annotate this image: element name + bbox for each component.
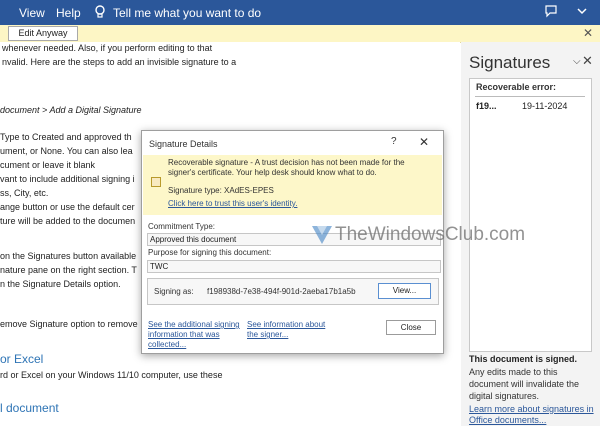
trust-identity-link[interactable]: Click here to trust this user's identity… xyxy=(168,199,297,208)
signer-info-link[interactable]: See information about the signer... xyxy=(247,320,337,340)
edit-anyway-button[interactable]: Edit Anyway xyxy=(8,26,78,41)
doc-line: whenever needed. Also, if you perform ed… xyxy=(2,43,213,53)
doc-line: emove Signature option to remove xyxy=(0,319,138,329)
signed-description: Any edits made to this document will inv… xyxy=(469,367,580,401)
view-button[interactable]: View... xyxy=(378,283,431,299)
purpose-field: TWC xyxy=(147,260,441,273)
doc-line: vant to include additional signing i xyxy=(0,174,135,184)
doc-line: Type to Created and approved th xyxy=(0,132,132,142)
dialog-title: Signature Details xyxy=(149,139,218,149)
signing-as-box: Signing as: f198938d-7e38-494f-901d-2aeb… xyxy=(147,278,439,305)
comments-icon[interactable] xyxy=(544,4,558,18)
pane-title: Signatures xyxy=(469,53,551,72)
chevron-down-icon[interactable]: ⌵ xyxy=(573,56,581,67)
tell-me-search[interactable]: Tell me what you want to do xyxy=(113,6,261,20)
help-icon[interactable]: ? xyxy=(391,136,397,147)
divider xyxy=(475,96,585,97)
doc-line: ange button or use the default cer xyxy=(0,202,135,212)
doc-heading: or Excel xyxy=(0,352,44,366)
watermark-text: TheWindowsClub.com xyxy=(335,224,526,245)
signed-heading: This document is signed. xyxy=(469,354,578,364)
signature-type: Signature type: XAdES-EPES xyxy=(168,186,274,195)
certificate-warning-icon xyxy=(151,177,161,187)
purpose-label: Purpose for signing this document: xyxy=(148,248,272,257)
close-icon[interactable]: ✕ xyxy=(583,26,593,40)
additional-info-link[interactable]: See the additional signing information t… xyxy=(148,320,243,350)
ribbon-top-bar: View Help Tell me what you want to do xyxy=(0,0,600,25)
menu-help[interactable]: Help xyxy=(56,6,81,20)
close-icon[interactable]: ✕ xyxy=(419,135,429,149)
doc-line: cument or leave it blank xyxy=(0,160,96,170)
lightbulb-icon[interactable] xyxy=(92,4,108,20)
signing-as-value: f198938d-7e38-494f-901d-2aeba17b1a5b xyxy=(207,287,356,296)
signing-as-label: Signing as: xyxy=(154,287,194,296)
commitment-label: Commitment Type: xyxy=(148,222,215,231)
watermark-logo-icon xyxy=(312,226,332,244)
warning-box: Recoverable signature - A trust decision… xyxy=(143,155,442,215)
doc-line: rd or Excel on your Windows 11/10 comput… xyxy=(0,370,223,380)
close-icon[interactable]: ✕ xyxy=(582,53,593,69)
protected-view-bar: Edit Anyway ✕ xyxy=(0,25,600,43)
signature-list: Recoverable error: f19... 19-11-2024 xyxy=(469,78,592,352)
close-button[interactable]: Close xyxy=(386,320,436,335)
learn-more-link[interactable]: Learn more about signatures in Office do… xyxy=(469,404,597,426)
doc-line: ument, or None. You can also lea xyxy=(0,146,133,156)
collapse-ribbon-icon[interactable] xyxy=(575,4,589,18)
doc-line: on the Signatures button available xyxy=(0,251,137,261)
doc-line: nvalid. Here are the steps to add an inv… xyxy=(2,57,237,67)
doc-line: ss, City, etc. xyxy=(0,188,49,198)
doc-line: n the Signature Details option. xyxy=(0,279,121,289)
error-heading: Recoverable error: xyxy=(476,82,557,92)
doc-line: document > Add a Digital Signature xyxy=(0,105,142,115)
doc-line: nature pane on the right section. T xyxy=(0,265,137,275)
menu-view[interactable]: View xyxy=(19,6,45,20)
doc-heading: l document xyxy=(0,401,59,415)
signature-signer[interactable]: f19... xyxy=(476,101,497,111)
doc-line: ture will be added to the documen xyxy=(0,216,136,226)
signature-date[interactable]: 19-11-2024 xyxy=(522,101,567,111)
warning-text: Recoverable signature - A trust decision… xyxy=(168,158,405,177)
